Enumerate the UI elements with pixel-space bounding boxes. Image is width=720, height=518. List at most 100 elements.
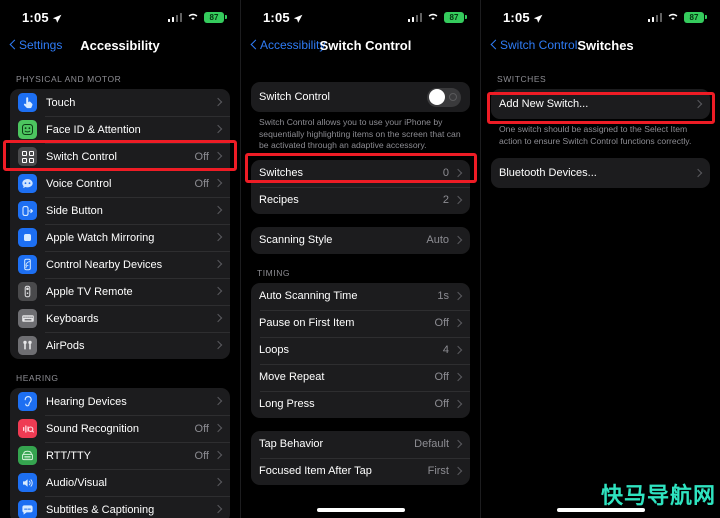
toggle-knob [428,89,445,105]
status-bar: 1:05 87 [0,0,240,30]
row-value: 1s [437,290,449,302]
row-side-button[interactable]: Side Button [10,197,230,224]
chevron-right-icon [215,341,221,351]
back-button-switch-control[interactable]: Switch Control [491,38,577,52]
row-sound-recognition[interactable]: Sound Recognition Off [10,415,230,442]
row-add-new-switch[interactable]: Add New Switch... [491,89,710,119]
battery-indicator: 87 [444,11,467,23]
chevron-right-icon [215,505,221,515]
row-value: Off [194,150,209,163]
row-label: Apple Watch Mirroring [46,231,155,244]
row-label: Auto Scanning Time [259,290,358,302]
switches-footnote: One switch should be assigned to the Sel… [499,124,692,146]
chevron-right-icon [455,291,461,301]
chevron-left-icon [10,39,17,51]
subtitles-captioning-icon [18,500,37,518]
chevron-right-icon [455,318,461,328]
row-value: Auto [426,234,449,246]
row-label: Move Repeat [259,371,325,383]
chevron-right-icon [215,287,221,297]
row-keyboards[interactable]: Keyboards [10,305,230,332]
row-label: Hearing Devices [46,395,127,408]
status-bar-right: 87 [167,8,227,26]
audio-visual-icon [18,473,37,492]
status-bar: 1:05 87 [481,0,720,30]
wifi-icon [667,8,679,26]
row-move-repeat[interactable]: Move Repeat Off [251,363,470,391]
clock-label: 1:05 [263,9,290,25]
row-audio-visual[interactable]: Audio/Visual [10,469,230,496]
side-button-icon [18,201,37,220]
switch-control-list: Switch Control Switch Control allows you… [241,60,480,485]
row-auto-scanning-time[interactable]: Auto Scanning Time 1s [251,283,470,310]
row-voice-control[interactable]: Voice Control Off [10,170,230,197]
chevron-right-icon [215,206,221,216]
row-switch-control[interactable]: Switch Control Off [10,143,230,170]
chevron-right-icon [215,233,221,243]
row-long-press[interactable]: Long Press Off [251,390,470,418]
navigation-bar: Switch Control Switches [481,30,720,60]
row-switches[interactable]: Switches 0 [251,160,470,187]
voice-control-icon [18,174,37,193]
face-id-icon [18,120,37,139]
chevron-right-icon [215,478,221,488]
cellular-bars-icon [167,12,182,22]
home-indicator [316,508,405,512]
row-tap-behavior[interactable]: Tap Behavior Default [251,431,470,458]
row-label: Voice Control [46,177,112,190]
row-hearing-devices[interactable]: Hearing Devices [10,388,230,415]
hearing-devices-icon [18,392,37,411]
back-button-accessibility[interactable]: Accessibility [251,38,325,52]
group-timing: Auto Scanning Time 1s Pause on First Ite… [251,282,470,418]
chevron-right-icon [215,451,221,461]
row-airpods[interactable]: AirPods [10,332,230,359]
row-bluetooth-devices[interactable]: Bluetooth Devices... [491,158,710,188]
settings-list: PHYSICAL AND MOTOR Touch Face ID & Atten… [0,60,240,518]
row-value: 0 [442,167,449,179]
row-rtt-tty[interactable]: RTT/TTY Off [10,442,230,469]
row-touch[interactable]: Touch [10,89,230,116]
apple-tv-remote-icon [18,282,37,301]
back-button-label: Settings [19,38,63,52]
switch-control-toggle[interactable] [427,87,461,107]
screen-switches: 1:05 87 Switch Control Switches SWITCHES… [480,0,720,518]
row-label: Face ID & Attention [46,123,141,136]
toggle-off-ring-icon [449,93,457,101]
row-value: Off [434,398,449,410]
cellular-bars-icon [407,12,422,22]
row-label: RTT/TTY [46,449,92,462]
keyboard-icon [18,309,37,328]
row-apple-watch-mirroring[interactable]: Apple Watch Mirroring [10,224,230,251]
row-subtitles-captioning[interactable]: Subtitles & Captioning [10,496,230,518]
row-value: 4 [442,344,449,356]
back-button-settings[interactable]: Settings [10,38,62,52]
chevron-right-icon [455,372,461,382]
row-label: Add New Switch... [499,98,589,110]
row-label: Scanning Style [259,234,333,246]
row-pause-on-first-item[interactable]: Pause on First Item Off [251,309,470,337]
group-add-new-switch: Add New Switch... [491,89,710,119]
chevron-right-icon [215,152,221,162]
row-scanning-style[interactable]: Scanning Style Auto [251,227,470,254]
location-arrow-icon [533,12,543,23]
row-switch-control-toggle[interactable]: Switch Control [251,82,470,112]
airpods-icon [18,336,37,355]
chevron-left-icon [251,39,258,51]
row-value: Off [194,449,209,462]
chevron-right-icon [695,168,701,178]
row-loops[interactable]: Loops 4 [251,336,470,364]
row-apple-tv-remote[interactable]: Apple TV Remote [10,278,230,305]
row-focused-item-after-tap[interactable]: Focused Item After Tap First [251,457,470,485]
row-label: Subtitles & Captioning [46,503,155,516]
row-label: Pause on First Item [259,317,355,329]
row-face-id-attention[interactable]: Face ID & Attention [10,116,230,143]
row-control-nearby-devices[interactable]: Control Nearby Devices [10,251,230,278]
switches-list: SWITCHES Add New Switch... One switch sh… [481,60,720,188]
row-value: Default [414,438,449,450]
row-label: AirPods [46,339,85,352]
status-bar-right: 87 [647,8,707,26]
clock-label: 1:05 [22,9,49,25]
row-recipes[interactable]: Recipes 2 [251,186,470,214]
chevron-right-icon [455,439,461,449]
row-label: Apple TV Remote [46,285,133,298]
